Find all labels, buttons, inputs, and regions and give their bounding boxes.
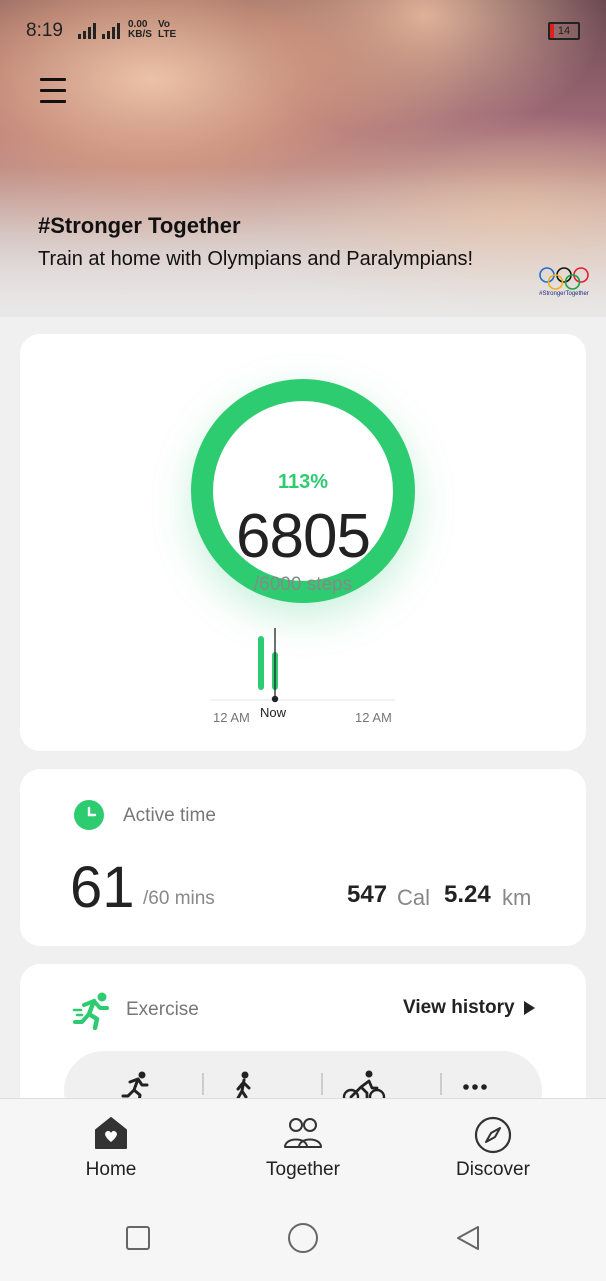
- bottom-navigation: Home Together Discover: [0, 1098, 606, 1281]
- tab-together-label: Together: [266, 1159, 340, 1180]
- home-circle-icon[interactable]: [287, 1222, 319, 1254]
- steps-percent: 113%: [277, 471, 329, 493]
- tab-discover-label: Discover: [456, 1159, 530, 1180]
- battery-level: 14: [557, 25, 571, 37]
- hero-subtitle: Train at home with Olympians and Paralym…: [38, 248, 473, 270]
- battery-icon: 14: [548, 22, 580, 40]
- status-time: 8:19: [26, 20, 63, 41]
- net-speed: 0.00 KB/S: [128, 20, 152, 40]
- distance-unit: km: [502, 885, 532, 910]
- steps-mini-chart: 12 AM Now 12 AM: [210, 624, 395, 725]
- active-time-value: 61: [70, 855, 135, 920]
- shortcut-divider: [202, 1073, 204, 1095]
- mini-chart-svg: [210, 628, 395, 703]
- compass-icon: [474, 1116, 512, 1154]
- menu-icon[interactable]: [40, 78, 66, 104]
- home-heart-icon: [95, 1117, 127, 1149]
- chart-label-now: Now: [260, 705, 287, 720]
- tab-home[interactable]: Home: [10, 1099, 212, 1199]
- hero-title: #Stronger Together: [38, 213, 241, 238]
- view-history-arrow-icon[interactable]: [524, 1001, 535, 1015]
- steps-bar: [258, 636, 264, 690]
- volte-indicator: Vo LTE: [158, 19, 177, 40]
- shortcut-divider: [321, 1073, 323, 1095]
- tab-together[interactable]: Together: [202, 1099, 404, 1199]
- steps-progress-ring: 113% 6805 /6000 steps: [191, 379, 415, 603]
- status-bar: 8:19 0.00 KB/S Vo LTE 14: [26, 20, 580, 44]
- active-time-goal: /60 mins: [143, 888, 215, 909]
- calories-value: 547: [347, 881, 388, 908]
- olympic-rings-logo: [539, 267, 589, 290]
- clock-icon: [74, 800, 104, 830]
- chart-label-start: 12 AM: [213, 710, 250, 725]
- exercise-runner-icon: [72, 992, 109, 1030]
- distance-value: 5.24: [444, 881, 491, 908]
- exercise-label: Exercise: [126, 999, 199, 1020]
- logo-caption: #StrongerTogether: [539, 291, 589, 297]
- battery-fill: [550, 24, 554, 38]
- back-icon[interactable]: [455, 1225, 481, 1251]
- steps-count: 6805: [236, 502, 371, 571]
- active-time-label: Active time: [123, 805, 216, 826]
- recent-apps-icon[interactable]: [125, 1225, 151, 1251]
- net-speed-unit: KB/S: [128, 29, 152, 40]
- now-dot: [271, 695, 279, 703]
- calories-unit: Cal: [397, 885, 431, 910]
- shortcut-divider: [440, 1073, 442, 1095]
- hero-banner[interactable]: 8:19 0.00 KB/S Vo LTE 14 #Stronger Toget…: [0, 0, 606, 317]
- active-time-card[interactable]: Active time 61 /60 mins 547 Cal 5.24 km: [20, 769, 586, 946]
- steps-card[interactable]: 113% 6805 /6000 steps 12 AM Now 12 AM: [20, 334, 586, 751]
- tab-discover[interactable]: Discover: [392, 1099, 594, 1199]
- people-icon: [284, 1118, 322, 1148]
- tab-home-label: Home: [85, 1159, 137, 1180]
- view-history-link[interactable]: View history: [403, 997, 515, 1019]
- steps-goal: /6000 steps: [253, 574, 353, 595]
- chart-label-end: 12 AM: [355, 710, 392, 725]
